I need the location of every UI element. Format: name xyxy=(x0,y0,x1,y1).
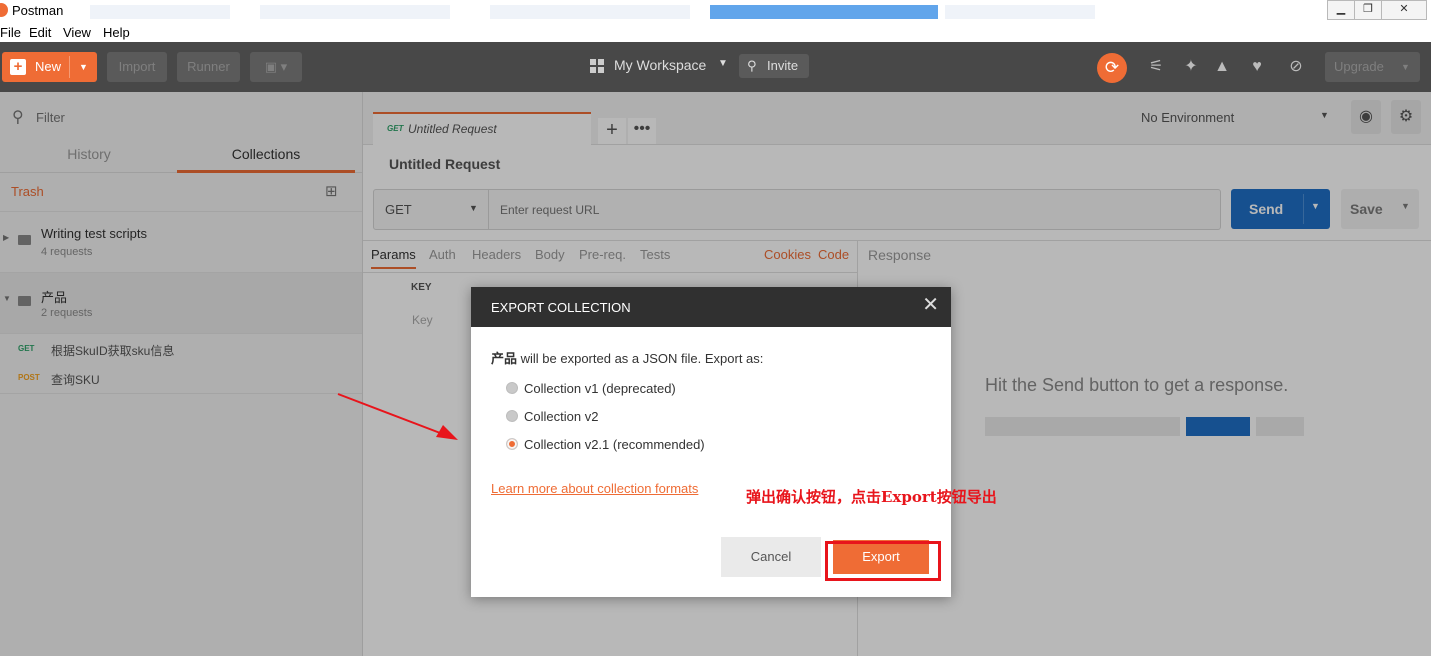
window-title: Postman xyxy=(12,3,64,18)
dialog-message: 产品 will be exported as a JSON file. Expo… xyxy=(491,348,763,367)
message-text: will be exported as a JSON file. Export … xyxy=(517,351,764,366)
menu-edit[interactable]: Edit xyxy=(29,25,51,40)
app-header: + New ▼ Import Runner ▣ ▾ My Workspace ▼… xyxy=(0,42,1431,92)
new-button-label: New xyxy=(35,59,62,74)
divider xyxy=(69,56,70,78)
new-button[interactable]: + New ▼ xyxy=(2,52,97,82)
close-window-button[interactable]: ✕ xyxy=(1381,0,1427,20)
invite-label: Invite xyxy=(767,58,799,73)
radio-button[interactable] xyxy=(506,410,518,422)
invite-button[interactable]: ⚲ Invite xyxy=(739,54,809,78)
new-window-button[interactable]: ▣ ▾ xyxy=(250,52,302,82)
upgrade-label: Upgrade xyxy=(1334,59,1384,74)
planet-icon[interactable]: ⊘ xyxy=(1285,56,1307,78)
grid-icon xyxy=(590,59,604,73)
close-icon[interactable]: ✕ xyxy=(922,295,939,315)
option-label: Collection v1 (deprecated) xyxy=(524,381,676,396)
add-user-icon: ⚲ xyxy=(747,58,757,73)
background-window-tab xyxy=(90,5,230,19)
caret-down-icon: ▼ xyxy=(718,58,728,69)
collection-name: 产品 xyxy=(491,351,518,366)
runner-button[interactable]: Runner xyxy=(177,52,240,82)
learn-more-link[interactable]: Learn more about collection formats xyxy=(491,481,698,496)
satellite-icon[interactable]: ⚟ xyxy=(1145,56,1167,78)
background-window-tab xyxy=(710,5,938,19)
new-window-icon: ▣ ▾ xyxy=(264,59,288,74)
radio-button-selected[interactable] xyxy=(506,438,518,450)
dialog-title: EXPORT COLLECTION xyxy=(491,300,631,315)
workspace-label: My Workspace xyxy=(614,57,707,73)
background-window-tab xyxy=(490,5,690,19)
postman-logo-icon xyxy=(0,3,8,17)
title-bar: Postman ▁ ❐ ✕ xyxy=(0,0,1431,22)
background-window-tab xyxy=(945,5,1095,19)
caret-down-icon[interactable]: ▼ xyxy=(79,52,88,82)
menu-bar: File Edit View Help xyxy=(0,22,1431,42)
option-label: Collection v2.1 (recommended) xyxy=(524,437,705,452)
menu-view[interactable]: View xyxy=(63,25,91,40)
wrench-icon[interactable]: ✦ xyxy=(1180,56,1202,78)
dialog-header: EXPORT COLLECTION ✕ xyxy=(471,287,951,327)
menu-help[interactable]: Help xyxy=(103,25,130,40)
sync-icon[interactable]: ⟳ xyxy=(1097,53,1127,83)
annotation-arrow xyxy=(337,393,458,440)
import-button[interactable]: Import xyxy=(107,52,167,82)
upgrade-button[interactable]: Upgrade ▼ xyxy=(1325,52,1420,82)
bell-icon[interactable]: ▲ xyxy=(1211,56,1233,78)
restore-button[interactable]: ❐ xyxy=(1354,0,1382,20)
option-label: Collection v2 xyxy=(524,409,599,424)
menu-file[interactable]: File xyxy=(0,25,21,40)
cancel-button[interactable]: Cancel xyxy=(721,537,821,577)
radio-button[interactable] xyxy=(506,382,518,394)
annotation-highlight-box xyxy=(825,541,941,581)
background-window-tab xyxy=(260,5,450,19)
caret-down-icon: ▼ xyxy=(1401,62,1410,72)
minimize-button[interactable]: ▁ xyxy=(1327,0,1355,20)
annotation-text: 弹出确认按钮，点击Export按钮导出 xyxy=(746,488,997,506)
plus-icon: + xyxy=(10,59,26,75)
heart-icon[interactable]: ♥ xyxy=(1246,56,1268,78)
